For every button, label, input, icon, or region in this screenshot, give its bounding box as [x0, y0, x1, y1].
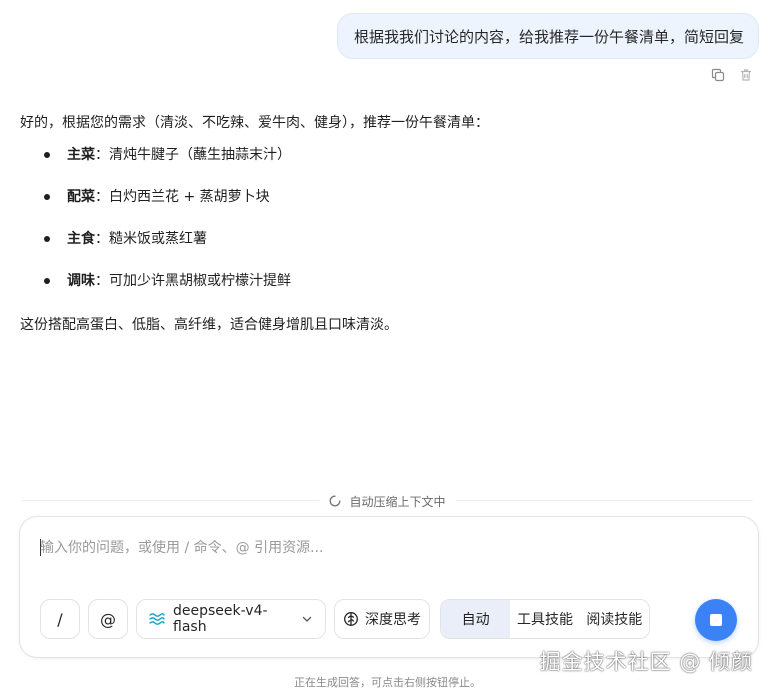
- trash-icon[interactable]: [739, 68, 753, 82]
- mode-tool-skills[interactable]: 工具技能: [510, 600, 579, 638]
- composer: / @ deepseek-v4-flash 深度思考 自动 工具技能 阅读技能: [19, 516, 759, 658]
- mode-toggle-group: 自动 工具技能 阅读技能: [440, 599, 650, 639]
- bullet: [44, 152, 50, 158]
- item-text: ：糙米饭或蒸红薯: [95, 231, 207, 247]
- item-text: ：清炖牛腱子（蘸生抽蒜末汁）: [95, 147, 291, 163]
- item-label: 调味: [67, 273, 95, 289]
- list-item: 调味：可加少许黑胡椒或柠檬汁提鲜: [20, 260, 755, 302]
- brain-icon: [344, 612, 358, 626]
- mode-label: 工具技能: [516, 612, 573, 628]
- stop-generation-button[interactable]: [695, 599, 737, 641]
- item-text: ：可加少许黑胡椒或柠檬汁提鲜: [95, 273, 291, 289]
- deep-think-label: 深度思考: [365, 612, 421, 628]
- stop-icon: [710, 614, 722, 626]
- model-label: deepseek-v4-flash: [173, 603, 268, 635]
- assistant-message: 好的，根据您的需求（清淡、不吃辣、爱牛肉、健身），推荐一份午餐清单： 主菜：清炖…: [20, 112, 755, 336]
- bullet: [44, 236, 50, 242]
- message-actions: [711, 68, 753, 82]
- spinner-icon: [330, 495, 341, 507]
- model-selector[interactable]: deepseek-v4-flash: [136, 599, 326, 639]
- mode-auto[interactable]: 自动: [441, 600, 511, 638]
- slash-command-button[interactable]: /: [40, 599, 80, 639]
- user-message-text: 根据我我们讨论的内容，给我推荐一份午餐清单，简短回复: [353, 27, 744, 46]
- item-label: 配菜: [67, 189, 95, 205]
- waves-icon: [149, 613, 165, 625]
- list-item: 主菜：清炖牛腱子（蘸生抽蒜末汁）: [20, 134, 755, 176]
- lunch-list: 主菜：清炖牛腱子（蘸生抽蒜末汁） 配菜：白灼西兰花 + 蒸胡萝卜块 主食：糙米饭…: [20, 134, 755, 302]
- context-status: 自动压缩上下文中: [0, 492, 775, 510]
- slash-label: /: [57, 609, 63, 629]
- mode-reading-skills[interactable]: 阅读技能: [580, 600, 649, 638]
- list-item: 配菜：白灼西兰花 + 蒸胡萝卜块: [20, 176, 755, 218]
- watermark: 掘金技术社区 @ 倾颜: [539, 650, 753, 674]
- mode-label: 自动: [461, 612, 490, 628]
- chat-input[interactable]: [40, 535, 730, 561]
- item-label: 主食: [67, 231, 95, 247]
- deep-think-button[interactable]: 深度思考: [334, 599, 430, 639]
- assistant-summary: 这份搭配高蛋白、低脂、高纤维，适合健身增肌且口味清淡。: [20, 317, 398, 333]
- at-label: @: [100, 609, 116, 629]
- generation-status-note: 正在生成回答，可点击右侧按钮停止。: [294, 676, 481, 689]
- mention-button[interactable]: @: [88, 599, 128, 639]
- chevron-down-icon: [302, 616, 312, 622]
- item-label: 主菜: [67, 147, 95, 163]
- context-status-text: 自动压缩上下文中: [349, 494, 446, 509]
- assistant-intro: 好的，根据您的需求（清淡、不吃辣、爱牛肉、健身），推荐一份午餐清单：: [20, 115, 489, 131]
- mode-label: 阅读技能: [586, 612, 643, 628]
- list-item: 主食：糙米饭或蒸红薯: [20, 218, 755, 260]
- bullet: [44, 194, 50, 200]
- bullet: [44, 278, 50, 284]
- item-text: ：白灼西兰花 + 蒸胡萝卜块: [95, 189, 270, 205]
- user-message-bubble: 根据我我们讨论的内容，给我推荐一份午餐清单，简短回复: [336, 13, 759, 59]
- copy-icon[interactable]: [711, 68, 725, 82]
